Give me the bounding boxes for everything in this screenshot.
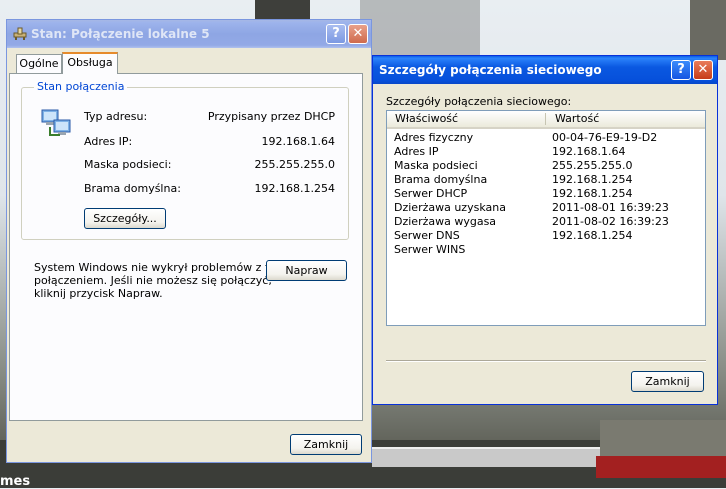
subnet-mask-value: 255.255.255.0 bbox=[254, 158, 335, 171]
details-close-button[interactable]: Zamknij bbox=[631, 371, 704, 392]
list-item[interactable]: Adres fizyczny 00-04-76-E9-19-D2 bbox=[387, 131, 705, 145]
value-cell: 192.168.1.254 bbox=[552, 173, 633, 186]
list-item[interactable]: Serwer DHCP 192.168.1.254 bbox=[387, 187, 705, 201]
list-item[interactable]: Dzierżawa wygasa 2011-08-02 16:39:23 bbox=[387, 215, 705, 229]
property-cell: Maska podsieci bbox=[394, 159, 478, 172]
background-building-right bbox=[690, 0, 726, 60]
details-button[interactable]: Szczegóły... bbox=[84, 208, 166, 229]
list-item[interactable]: Serwer WINS bbox=[387, 243, 705, 257]
details-window-title: Szczegóły połączenia sieciowego bbox=[379, 63, 602, 77]
value-cell: 192.168.1.254 bbox=[552, 187, 633, 200]
details-close-window-button[interactable]: ✕ bbox=[693, 60, 713, 80]
list-header: Właściwość Wartość bbox=[387, 111, 705, 129]
background-building bbox=[360, 0, 480, 60]
value-cell: 192.168.1.64 bbox=[552, 145, 626, 158]
property-cell: Serwer DNS bbox=[394, 229, 460, 242]
column-header-value[interactable]: Wartość bbox=[547, 111, 705, 127]
property-cell: Adres fizyczny bbox=[394, 131, 474, 144]
value-cell: 00-04-76-E9-19-D2 bbox=[552, 131, 658, 144]
group-title: Stan połączenia bbox=[34, 80, 128, 93]
ip-address-value: 192.168.1.64 bbox=[261, 135, 335, 148]
property-cell: Adres IP bbox=[394, 145, 439, 158]
tab-support[interactable]: Obsługa bbox=[62, 52, 118, 74]
window-title: Stan: Połączenie lokalne 5 bbox=[31, 27, 210, 41]
title-bar[interactable]: Stan: Połączenie lokalne 5 ? ✕ bbox=[7, 20, 371, 48]
ip-address-label: Adres IP: bbox=[84, 135, 133, 148]
property-cell: Brama domyślna bbox=[394, 173, 488, 186]
network-connection-icon bbox=[13, 27, 27, 41]
list-item[interactable]: Brama domyślna 192.168.1.254 bbox=[387, 173, 705, 187]
close-button[interactable]: Zamknij bbox=[290, 434, 362, 455]
repair-button[interactable]: Napraw bbox=[266, 260, 347, 281]
repair-text-line-2: połączeniem. Jeśli nie możesz się połącz… bbox=[34, 274, 272, 287]
value-cell: 2011-08-01 16:39:23 bbox=[552, 201, 669, 214]
list-item[interactable]: Adres IP 192.168.1.64 bbox=[387, 145, 705, 159]
background-boat-red bbox=[596, 456, 726, 478]
tab-general[interactable]: Ogólne bbox=[16, 54, 62, 74]
column-header-property[interactable]: Właściwość bbox=[387, 111, 547, 127]
help-button[interactable]: ? bbox=[326, 24, 346, 44]
close-window-button[interactable]: ✕ bbox=[348, 24, 368, 44]
details-list[interactable]: Właściwość Wartość Adres fizyczny 00-04-7… bbox=[386, 110, 706, 326]
repair-text-line-1: System Windows nie wykrył problemów z ty… bbox=[34, 261, 287, 274]
value-cell: 2011-08-02 16:39:23 bbox=[552, 215, 669, 228]
value-cell: 192.168.1.254 bbox=[552, 229, 633, 242]
property-cell: Serwer DHCP bbox=[394, 187, 468, 200]
details-help-button[interactable]: ? bbox=[671, 60, 691, 80]
address-type-label: Typ adresu: bbox=[84, 110, 148, 123]
list-item[interactable]: Dzierżawa uzyskana 2011-08-01 16:39:23 bbox=[387, 201, 705, 215]
background-text: mes bbox=[0, 474, 31, 489]
property-cell: Dzierżawa uzyskana bbox=[394, 201, 506, 214]
value-cell: 255.255.255.0 bbox=[552, 159, 633, 172]
repair-text-line-3: kliknij przycisk Napraw. bbox=[34, 287, 163, 300]
default-gateway-label: Brama domyślna: bbox=[84, 182, 181, 195]
details-caption: Szczegóły połączenia sieciowego: bbox=[386, 95, 572, 108]
default-gateway-value: 192.168.1.254 bbox=[254, 182, 335, 195]
network-computers-icon bbox=[40, 106, 74, 140]
details-divider bbox=[386, 360, 706, 362]
property-cell: Serwer WINS bbox=[394, 243, 466, 256]
background-tower bbox=[255, 0, 310, 20]
subnet-mask-label: Maska podsieci: bbox=[84, 158, 172, 171]
list-item[interactable]: Serwer DNS 192.168.1.254 bbox=[387, 229, 705, 243]
background-boat-deck bbox=[600, 420, 726, 456]
details-title-bar[interactable]: Szczegóły połączenia sieciowego ? ✕ bbox=[373, 56, 717, 84]
property-cell: Dzierżawa wygasa bbox=[394, 215, 497, 228]
background-boat bbox=[372, 447, 632, 467]
column-separator[interactable] bbox=[545, 113, 546, 125]
list-item[interactable]: Maska podsieci 255.255.255.0 bbox=[387, 159, 705, 173]
address-type-value: Przypisany przez DHCP bbox=[207, 110, 335, 123]
